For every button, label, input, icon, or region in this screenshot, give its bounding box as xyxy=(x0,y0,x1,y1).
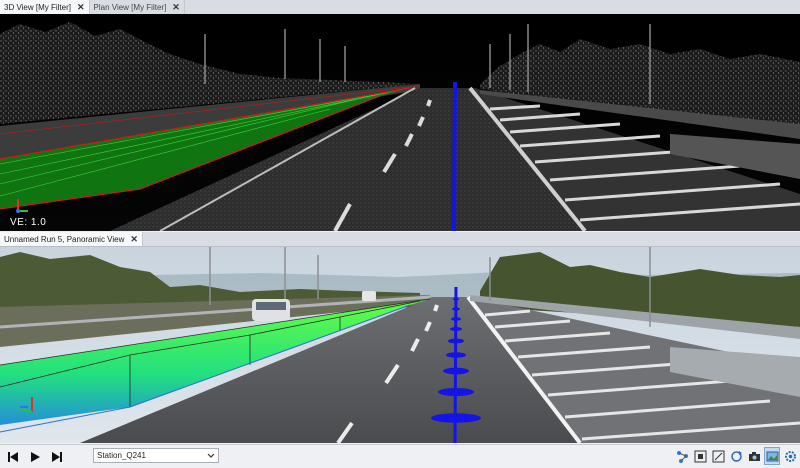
skip-to-start-icon xyxy=(8,451,18,462)
refresh-button[interactable] xyxy=(728,447,744,465)
close-tab-panoramic-view-icon[interactable]: ✕ xyxy=(130,234,138,245)
skip-to-end-button[interactable] xyxy=(48,448,66,466)
close-tab-3d-view-icon[interactable]: ✕ xyxy=(77,2,85,13)
tree-network-button[interactable] xyxy=(674,447,690,465)
top-tab-bar: 3D View [My Filter] ✕ Plan View [My Filt… xyxy=(0,0,800,15)
image-layer-icon xyxy=(766,451,778,461)
play-button[interactable] xyxy=(26,448,44,466)
tab-plan-view-label: Plan View [My Filter] xyxy=(93,2,167,12)
station-select-value: Station_Q241 xyxy=(97,451,146,460)
chevron-down-icon xyxy=(207,453,215,458)
play-icon xyxy=(31,451,40,462)
tree-network-icon xyxy=(676,450,688,463)
tab-3d-view-label: 3D View [My Filter] xyxy=(4,2,71,12)
playback-toolbar: Station_Q241 xyxy=(0,444,800,468)
camera-icon xyxy=(748,451,760,461)
camera-button[interactable] xyxy=(746,447,762,465)
fit-view-button[interactable] xyxy=(692,447,708,465)
skip-to-start-button[interactable] xyxy=(4,448,22,466)
3d-view-viewport[interactable]: VE: 1.0 xyxy=(0,14,800,231)
fit-view-icon xyxy=(694,450,706,462)
tab-panoramic-view[interactable]: Unnamed Run 5, Panoramic View ✕ xyxy=(0,232,143,246)
tab-panoramic-view-label: Unnamed Run 5, Panoramic View xyxy=(4,234,125,244)
refresh-icon xyxy=(730,450,742,462)
bottom-tab-bar: Unnamed Run 5, Panoramic View ✕ xyxy=(0,232,800,247)
vertical-exaggeration-label: VE: 1.0 xyxy=(10,217,47,228)
expand-icon xyxy=(712,450,724,462)
point-cloud-scene xyxy=(0,14,800,231)
close-tab-plan-view-icon[interactable]: ✕ xyxy=(172,2,180,13)
panoramic-scene xyxy=(0,247,800,443)
panoramic-viewport[interactable] xyxy=(0,247,800,443)
station-select[interactable]: Station_Q241 xyxy=(93,448,219,463)
settings-gear-icon xyxy=(784,450,796,462)
tab-3d-view[interactable]: 3D View [My Filter] ✕ xyxy=(0,0,90,14)
tab-plan-view[interactable]: Plan View [My Filter] ✕ xyxy=(90,0,185,14)
expand-button[interactable] xyxy=(710,447,726,465)
image-layer-button[interactable] xyxy=(764,447,780,465)
skip-to-end-icon xyxy=(52,451,62,462)
settings-button[interactable] xyxy=(782,447,798,465)
view-tools xyxy=(674,447,798,465)
